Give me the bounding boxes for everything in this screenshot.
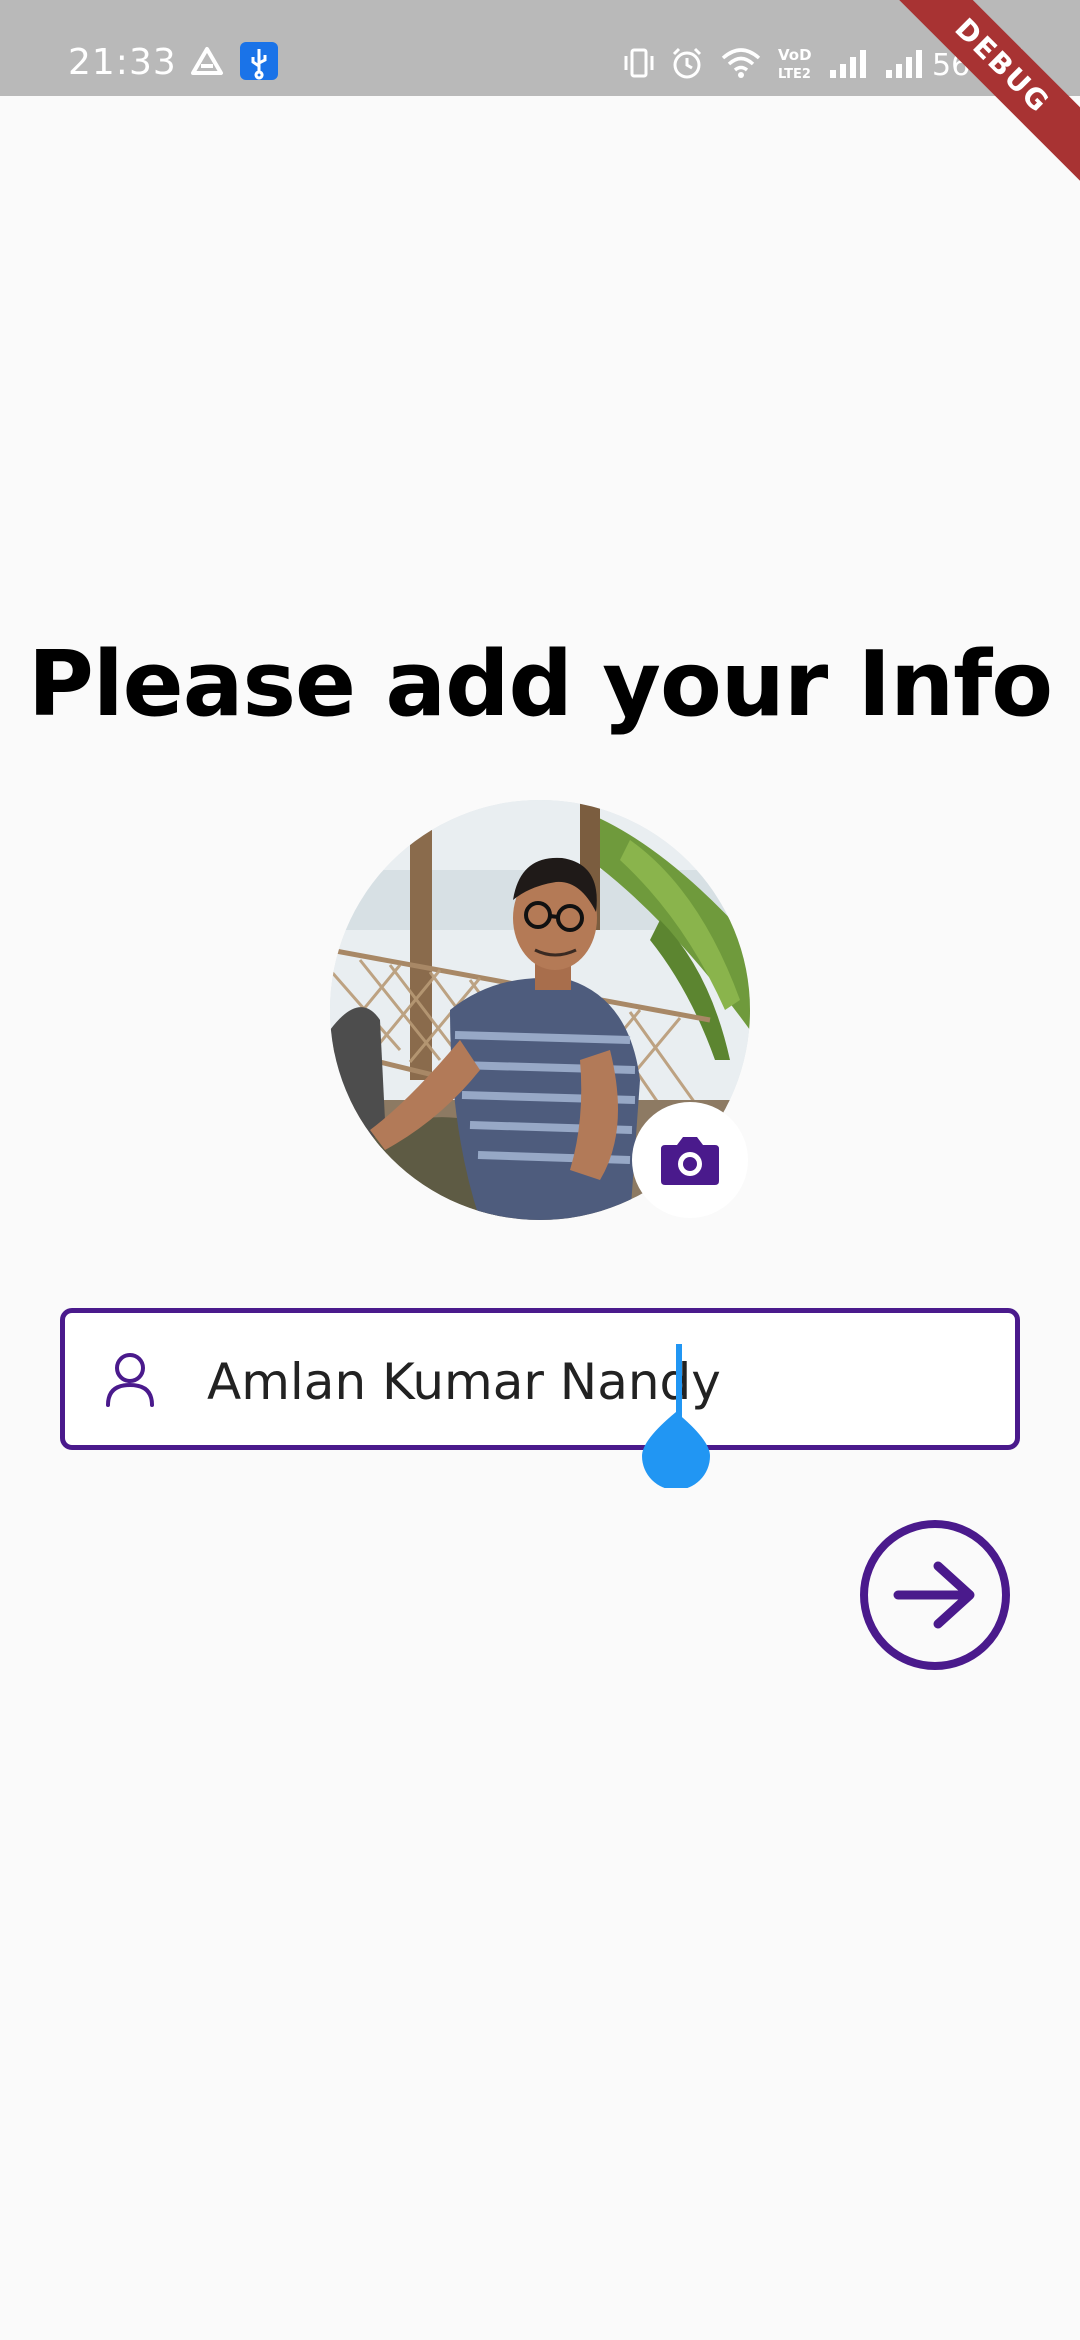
next-button[interactable] bbox=[860, 1520, 1010, 1670]
volte-icon: VoD LTE2 bbox=[776, 44, 812, 87]
drive-icon bbox=[190, 46, 224, 81]
status-time: 21:33 bbox=[68, 42, 177, 83]
debug-banner: DEBUG bbox=[877, 0, 1080, 191]
wifi-icon bbox=[720, 46, 762, 85]
usb-icon bbox=[240, 42, 278, 85]
status-bar: 21:33 VoDLTE2 56% DEBUG bbox=[0, 0, 1080, 191]
alarm-icon bbox=[670, 46, 704, 85]
svg-text:VoD: VoD bbox=[778, 46, 812, 64]
name-input[interactable]: Amlan Kumar Nandy bbox=[60, 1308, 1020, 1450]
arrow-right-icon bbox=[893, 1561, 975, 1629]
camera-icon bbox=[661, 1137, 719, 1185]
page-title: Please add your Info bbox=[27, 632, 1053, 737]
person-icon bbox=[103, 1351, 157, 1414]
vibrate-icon bbox=[622, 48, 656, 83]
signal-icon bbox=[828, 48, 868, 85]
svg-text:LTE2: LTE2 bbox=[778, 67, 811, 82]
screen: 21:33 VoDLTE2 56% DEBUG Plea bbox=[0, 0, 1080, 2340]
name-input-value[interactable]: Amlan Kumar Nandy bbox=[207, 1353, 721, 1411]
change-photo-button[interactable] bbox=[632, 1102, 748, 1218]
signal-icon bbox=[884, 48, 924, 85]
text-selection-handle[interactable] bbox=[640, 1410, 712, 1493]
